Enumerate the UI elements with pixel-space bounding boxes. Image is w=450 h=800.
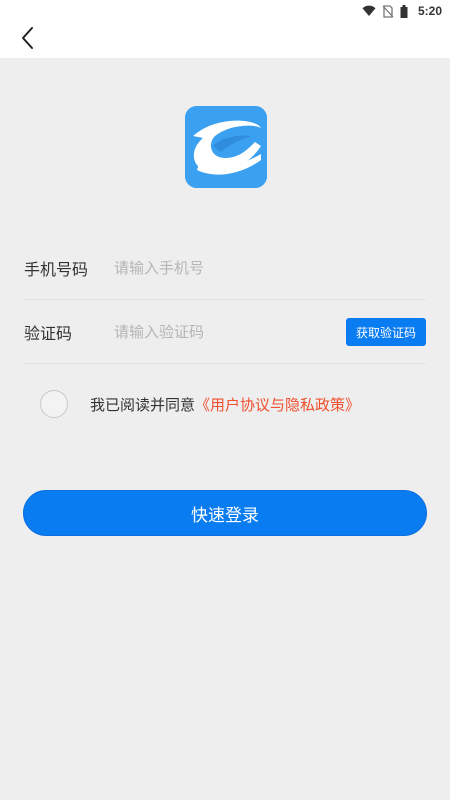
code-row: 验证码 获取验证码 (24, 301, 426, 364)
get-code-button[interactable]: 获取验证码 (345, 318, 426, 346)
login-button[interactable]: 快速登录 (23, 490, 427, 536)
agreement-link[interactable]: 《用户协议与隐私政策》 (195, 394, 360, 415)
app-logo-icon (185, 106, 267, 188)
phone-input[interactable] (114, 259, 426, 277)
chevron-left-icon (21, 26, 35, 54)
code-input[interactable] (114, 323, 346, 341)
wifi-icon (362, 5, 376, 17)
status-icons: 5:20 (362, 4, 442, 18)
agreement-row: 我已阅读并同意 《用户协议与隐私政策》 (40, 388, 360, 420)
no-sim-icon (382, 4, 394, 18)
phone-row: 手机号码 (24, 237, 426, 300)
back-button[interactable] (12, 24, 44, 56)
battery-icon (400, 4, 408, 18)
agreement-checkbox[interactable] (40, 390, 68, 418)
status-time: 5:20 (417, 4, 442, 18)
agreement-text: 我已阅读并同意 (90, 395, 196, 414)
code-label: 验证码 (24, 324, 73, 343)
phone-label: 手机号码 (24, 260, 89, 279)
status-bar: 5:20 (0, 0, 450, 22)
nav-bar (0, 22, 450, 58)
